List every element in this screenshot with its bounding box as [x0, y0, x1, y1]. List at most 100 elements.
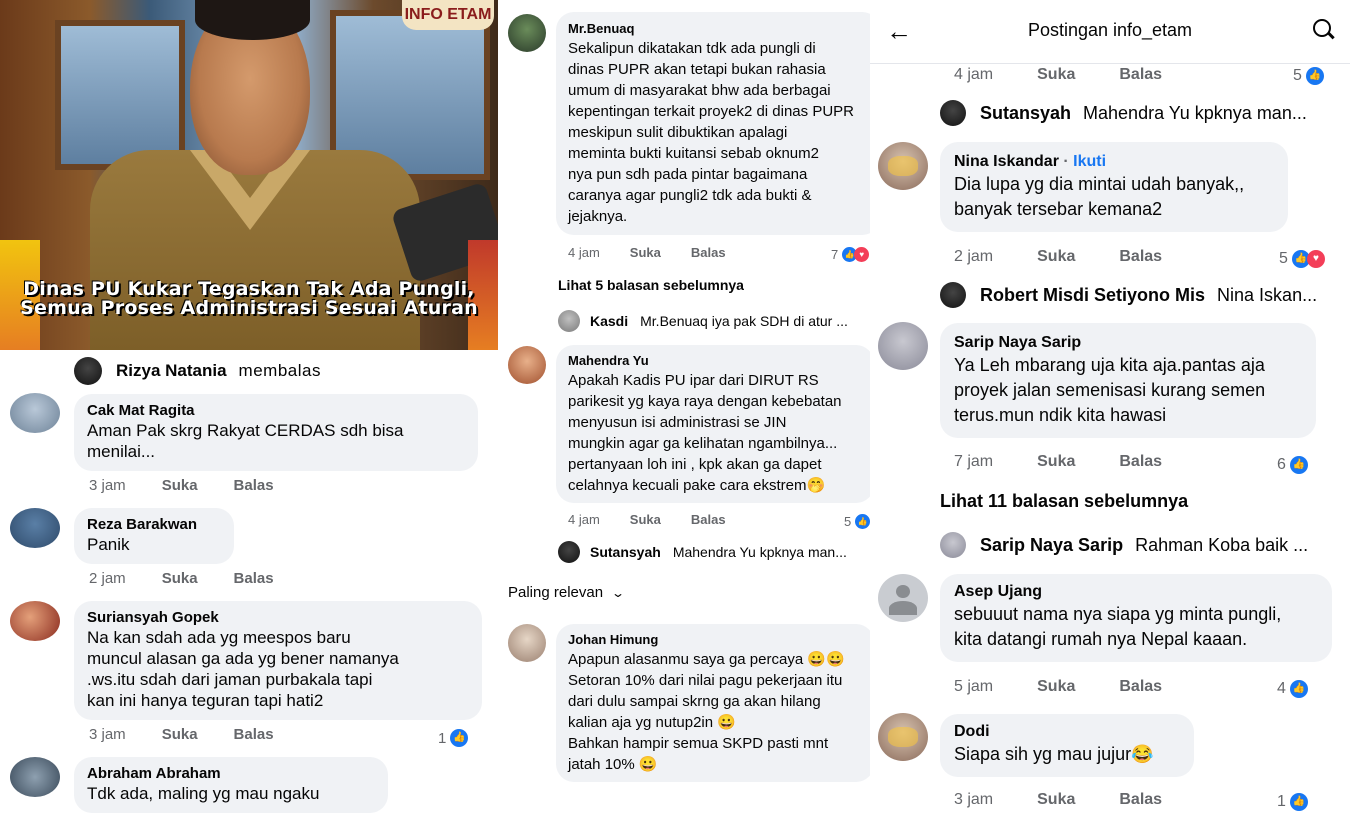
- reaction-count[interactable]: 4 👍: [1277, 680, 1308, 698]
- sort-dropdown[interactable]: Paling relevan ⌄: [508, 584, 625, 601]
- like-button[interactable]: Suka: [1037, 248, 1075, 266]
- reply-button[interactable]: Balas: [1119, 248, 1162, 266]
- avatar[interactable]: [508, 346, 546, 384]
- reply-author[interactable]: Sarip Naya Sarip: [980, 535, 1123, 556]
- avatar[interactable]: [10, 757, 60, 797]
- reply-button[interactable]: Balas: [691, 245, 726, 260]
- comment-bubble: Mahendra Yu Apakah Kadis PU ipar dari DI…: [556, 345, 870, 503]
- comment-text: Aman Pak skrg Rakyat CERDAS sdh bisa men…: [87, 421, 404, 461]
- reply-text: Mahendra Yu kpknya man...: [1083, 102, 1307, 123]
- comment-text: Siapa sih yg mau jujur😂: [954, 744, 1154, 764]
- comment-author[interactable]: Reza Barakwan: [87, 516, 221, 534]
- comment-bubble: Reza Barakwan Panik: [74, 508, 234, 564]
- sort-label: Paling relevan: [508, 584, 604, 601]
- reaction-count[interactable]: 1 👍: [438, 729, 469, 747]
- like-button[interactable]: Suka: [1037, 453, 1075, 471]
- like-button[interactable]: Suka: [162, 726, 198, 743]
- avatar[interactable]: [878, 713, 928, 761]
- search-icon[interactable]: [1312, 18, 1336, 42]
- like-reaction-icon: 👍: [450, 729, 469, 747]
- like-reaction-icon: 👍: [855, 514, 870, 529]
- news-photo[interactable]: INFO ETAM Dinas PU Kukar Tegaskan Tak Ad…: [0, 0, 498, 350]
- comment-author[interactable]: Asep Ujang: [954, 582, 1318, 602]
- comment-author[interactable]: Dodi: [954, 722, 1180, 742]
- comment-time: 2 jam: [89, 570, 126, 587]
- comment-author[interactable]: Suriansyah Gopek: [87, 609, 469, 627]
- comment-author[interactable]: Johan Himung: [568, 631, 862, 649]
- comment-author[interactable]: Nina Iskandar: [954, 153, 1059, 170]
- reply-button[interactable]: Balas: [1119, 66, 1162, 84]
- avatar: [940, 282, 966, 308]
- comment-bubble: Suriansyah Gopek Na kan sdah ada yg mees…: [74, 601, 482, 720]
- comment-author[interactable]: Abraham Abraham: [87, 765, 375, 783]
- reply-summary[interactable]: Kasdi Mr.Benuaq iya pak SDH di atur ...: [558, 310, 848, 332]
- avatar[interactable]: [878, 142, 928, 190]
- avatar[interactable]: [878, 322, 928, 370]
- comment-time: 3 jam: [89, 477, 126, 494]
- reply-text: Mr.Benuaq iya pak SDH di atur ...: [640, 313, 848, 329]
- reply-author[interactable]: Kasdi: [590, 313, 628, 329]
- like-button[interactable]: Suka: [630, 245, 661, 260]
- reaction-count[interactable]: 5 👍: [1293, 67, 1324, 85]
- reply-summary[interactable]: Sarip Naya Sarip Rahman Koba baik ...: [940, 532, 1308, 558]
- reaction-number: 5: [844, 514, 852, 529]
- comment-time: 4 jam: [568, 512, 600, 527]
- avatar: [940, 532, 966, 558]
- reply-author[interactable]: Robert Misdi Setiyono Mis: [980, 285, 1205, 306]
- reaction-count[interactable]: 5 👍: [844, 514, 870, 529]
- love-reaction-icon: ♥: [1306, 250, 1325, 268]
- reply-summary[interactable]: Sutansyah Mahendra Yu kpknya man...: [558, 541, 847, 563]
- comment-text: Dia lupa yg dia mintai udah banyak,, ban…: [954, 174, 1245, 219]
- reply-button[interactable]: Balas: [1119, 791, 1162, 809]
- follow-button[interactable]: Ikuti: [1073, 153, 1106, 170]
- comment-author[interactable]: Sarip Naya Sarip: [954, 333, 1302, 353]
- reply-button[interactable]: Balas: [691, 512, 726, 527]
- comment-meta: 3 jam Suka Balas: [89, 477, 310, 494]
- reply-summary[interactable]: Sutansyah Mahendra Yu kpknya man...: [940, 100, 1307, 126]
- reply-author[interactable]: Sutansyah: [590, 544, 661, 560]
- comment-time: 3 jam: [954, 791, 994, 808]
- reaction-number: 5: [1279, 250, 1288, 267]
- comment-author[interactable]: Mr.Benuaq: [568, 20, 868, 38]
- avatar: [558, 310, 580, 332]
- reaction-count[interactable]: 7 👍 ♥: [831, 247, 870, 262]
- reply-button[interactable]: Balas: [234, 477, 274, 494]
- reaction-number: 1: [438, 729, 447, 747]
- like-button[interactable]: Suka: [630, 512, 661, 527]
- comment-text: Ya Leh mbarang uja kita aja.pantas aja p…: [954, 355, 1266, 425]
- reply-header[interactable]: Rizya Natania membalas: [74, 357, 321, 385]
- reply-button[interactable]: Balas: [1119, 678, 1162, 696]
- reply-author[interactable]: Rizya Natania: [116, 361, 227, 381]
- avatar[interactable]: [10, 508, 60, 548]
- like-button[interactable]: Suka: [1037, 678, 1075, 696]
- reaction-count[interactable]: 1 👍: [1277, 793, 1308, 811]
- avatar[interactable]: [878, 574, 928, 622]
- reply-button[interactable]: Balas: [234, 726, 274, 743]
- see-previous-replies[interactable]: Lihat 11 balasan sebelumnya: [940, 491, 1188, 512]
- reaction-count[interactable]: 6 👍: [1277, 456, 1308, 474]
- like-button[interactable]: Suka: [1037, 791, 1075, 809]
- comment-author[interactable]: Mahendra Yu: [568, 352, 862, 370]
- reply-button[interactable]: Balas: [1119, 453, 1162, 471]
- see-previous-replies[interactable]: Lihat 5 balasan sebelumnya: [558, 277, 744, 293]
- like-button[interactable]: Suka: [1037, 66, 1075, 84]
- reply-summary[interactable]: Robert Misdi Setiyono Mis Nina Iskan...: [940, 282, 1317, 308]
- comment-meta: 4 jam Suka Balas: [568, 245, 756, 260]
- reply-text: Mahendra Yu kpknya man...: [672, 544, 847, 560]
- avatar[interactable]: [10, 393, 60, 433]
- like-button[interactable]: Suka: [162, 570, 198, 587]
- reply-button[interactable]: Balas: [234, 570, 274, 587]
- reaction-count[interactable]: 5 👍 ♥: [1279, 250, 1325, 268]
- comment-author[interactable]: Cak Mat Ragita: [87, 402, 465, 420]
- like-button[interactable]: Suka: [162, 477, 198, 494]
- comment-meta: 2 jam Suka Balas: [954, 248, 1206, 266]
- reply-author[interactable]: Sutansyah: [980, 103, 1071, 124]
- avatar[interactable]: [10, 601, 60, 641]
- page-title: Postingan info_etam: [1027, 20, 1193, 40]
- avatar[interactable]: [508, 624, 546, 662]
- reaction-number: 4: [1277, 680, 1286, 697]
- comment-bubble: Dodi Siapa sih yg mau jujur😂: [940, 714, 1194, 777]
- uniform-decor: [90, 150, 420, 350]
- news-caption: Dinas PU Kukar Tegaskan Tak Ada Pungli, …: [20, 278, 478, 319]
- avatar[interactable]: [508, 14, 546, 52]
